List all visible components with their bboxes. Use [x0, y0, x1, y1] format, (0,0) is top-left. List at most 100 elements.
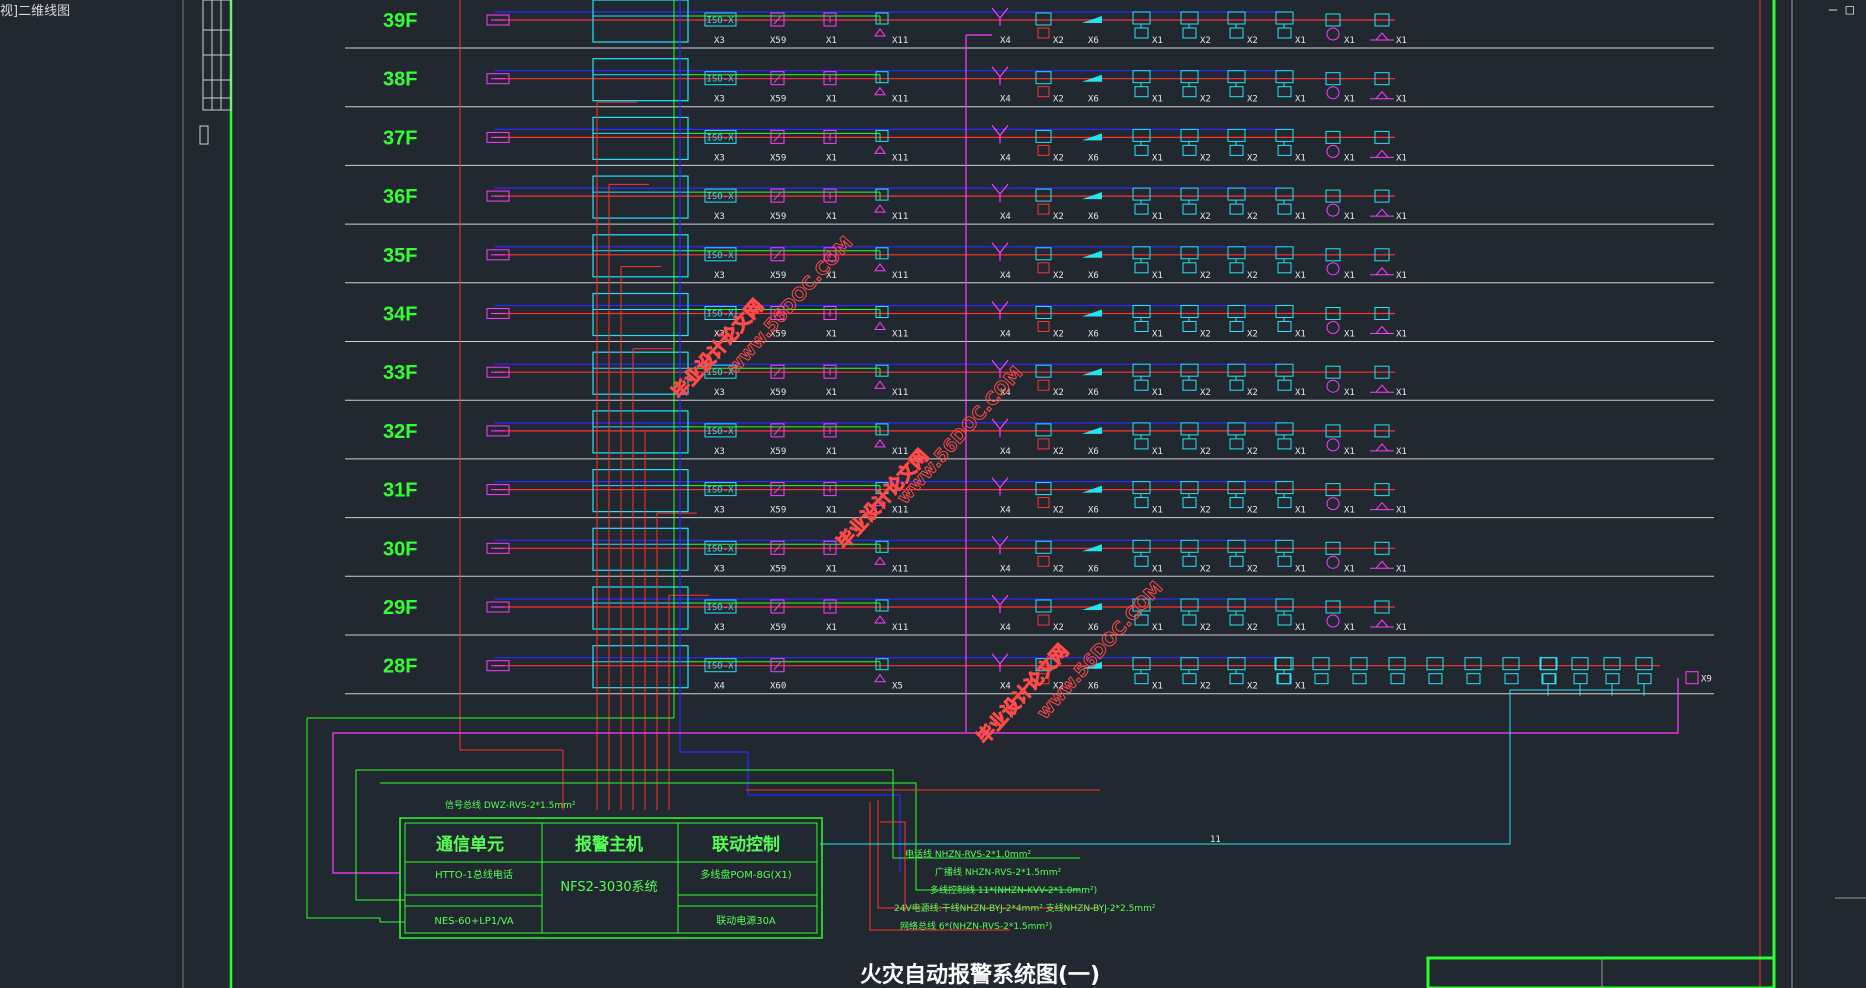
module-count: X2 — [1200, 623, 1211, 633]
hydrant-count: X11 — [892, 388, 908, 398]
module-count: X2 — [1247, 36, 1258, 46]
module-count: X2 — [1200, 271, 1211, 281]
cad-drawing-canvas[interactable]: 39F ISO-X X3 X59 X1 X11 X4 X2 X6 X1 X2 X2 X1 X1 X1 38F I… — [0, 0, 1866, 988]
module-count: X2 — [1200, 36, 1211, 46]
strobe-count: X6 — [1088, 330, 1099, 340]
link-row-panel: 多线盘POM-8G(X1) — [700, 868, 791, 881]
bell-count: X4 — [1000, 36, 1011, 46]
module-count: X2 — [1200, 95, 1211, 105]
header-alarm-host: 报警主机 — [575, 834, 643, 855]
hydrant-count: X11 — [892, 330, 908, 340]
module-c-count: X2 — [1053, 36, 1064, 46]
manual-count: X1 — [826, 564, 837, 574]
module-count: X2 — [1200, 564, 1211, 574]
module-count: X1 — [1295, 271, 1306, 281]
smoke-count: X59 — [770, 564, 786, 574]
pump-count: X1 — [1344, 36, 1355, 46]
pump-count: X1 — [1344, 447, 1355, 457]
floor-row-37F: 37F ISO-X X3 X59 X1 X11 X4 X2 X6 X1 X2 X2 X1 X1 X1 — [345, 116, 1714, 166]
hydrant-count: X11 — [892, 36, 908, 46]
module-count: X1 — [1152, 506, 1163, 516]
smoke-count: X60 — [770, 682, 786, 692]
comm-row-broadcast: NES-60+LP1/VA — [434, 916, 513, 927]
smoke-count: X59 — [770, 623, 786, 633]
floor-label: 36F — [383, 186, 417, 208]
hydrant-count: X11 — [892, 95, 908, 105]
pump-count: X1 — [1344, 271, 1355, 281]
isolator-label: ISO-X — [706, 192, 734, 202]
module-count: X1 — [1295, 95, 1306, 105]
pump-count: X1 — [1344, 212, 1355, 222]
module-count: X1 — [1152, 564, 1163, 574]
isolator-count: X3 — [714, 271, 725, 281]
hydrant-count: X11 — [892, 506, 908, 516]
cable-legend: 电话线 NHZN-RVS-2*1.0mm² 广播线 NHZN-RVS-2*1.5… — [894, 848, 1156, 932]
manual-count: X1 — [826, 388, 837, 398]
valve-count: X1 — [1396, 564, 1407, 574]
module-c-count: X2 — [1053, 330, 1064, 340]
strobe-count: X6 — [1088, 36, 1099, 46]
module-count: X1 — [1152, 36, 1163, 46]
module-c-count: X2 — [1053, 623, 1064, 633]
pump-count: X1 — [1344, 623, 1355, 633]
isolator-count: X4 — [714, 682, 725, 692]
manual-count: X1 — [826, 447, 837, 457]
strobe-count: X6 — [1088, 623, 1099, 633]
controller-panel: 通信单元 报警主机 联动控制 HTTO-1总线电话 NES-60+LP1/VA … — [399, 799, 823, 939]
floor-label: 38F — [383, 69, 417, 91]
signal-bus-label: 信号总线 DWZ-RVS-2*1.5mm² — [445, 799, 576, 811]
module-count: X1 — [1295, 506, 1306, 516]
header-comm-unit: 通信单元 — [436, 834, 504, 855]
floor-label: 28F — [383, 656, 417, 678]
module-c-count: X2 — [1053, 95, 1064, 105]
floor-row-32F: 32F ISO-X X3 X59 X1 X11 X4 X2 X6 X1 X2 X2 X1 X1 X1 — [345, 410, 1714, 460]
isolator-label: ISO-X — [706, 133, 734, 143]
module-count: X2 — [1200, 153, 1211, 163]
manual-count: X1 — [826, 153, 837, 163]
isolator-count: X3 — [714, 95, 725, 105]
floor-row-36F: 36F ISO-X X3 X59 X1 X11 X4 X2 X6 X1 X2 X2 X1 X1 X1 — [345, 175, 1714, 225]
module-count: X2 — [1200, 212, 1211, 222]
hydrant-count: X11 — [892, 447, 908, 457]
isolator-label: ISO-X — [706, 427, 734, 437]
manual-count: X1 — [826, 95, 837, 105]
module-count: X1 — [1152, 212, 1163, 222]
smoke-count: X59 — [770, 95, 786, 105]
drawing-title: 火灾自动报警系统图(一) — [860, 962, 1100, 988]
module-count: X2 — [1200, 388, 1211, 398]
strobe-count: X6 — [1088, 447, 1099, 457]
manual-count: X1 — [826, 330, 837, 340]
module-count: X1 — [1152, 388, 1163, 398]
module-c-count: X2 — [1053, 212, 1064, 222]
valve-count: X1 — [1396, 271, 1407, 281]
module-c-count: X2 — [1053, 564, 1064, 574]
strobe-count: X6 — [1088, 212, 1099, 222]
module-count: X2 — [1200, 506, 1211, 516]
strobe-count: X6 — [1088, 153, 1099, 163]
module-count: X1 — [1295, 623, 1306, 633]
module-count: X2 — [1247, 564, 1258, 574]
isolator-count: X3 — [714, 153, 725, 163]
module-count: X2 — [1200, 330, 1211, 340]
bell-count: X4 — [1000, 95, 1011, 105]
pump-count: X1 — [1344, 506, 1355, 516]
manual-count: X1 — [826, 623, 837, 633]
legend-broadcast: 广播线 NHZN-RVS-2*1.5mm² — [935, 866, 1061, 878]
smoke-count: X59 — [770, 36, 786, 46]
legend-phone: 电话线 NHZN-RVS-2*1.0mm² — [905, 848, 1031, 860]
floor-row-33F: 33F ISO-XX3 X59 X1 X11 X4 X2 X6 X1 X2 X2 X1 X1 X1 — [345, 351, 1714, 401]
module-count: X1 — [1152, 682, 1163, 692]
hydrant-count: X11 — [892, 623, 908, 633]
module-c-count: X2 — [1053, 388, 1064, 398]
isolator-count: X3 — [714, 36, 725, 46]
module-count: X1 — [1295, 212, 1306, 222]
smoke-count: X59 — [770, 212, 786, 222]
isolator-count: X3 — [714, 506, 725, 516]
manual-count: X1 — [826, 212, 837, 222]
module-count: X2 — [1247, 506, 1258, 516]
floor-label: 39F — [383, 10, 417, 32]
module-count: X1 — [1295, 388, 1306, 398]
bell-count: X4 — [1000, 623, 1011, 633]
pump-count: X1 — [1344, 388, 1355, 398]
isolator-count: X3 — [714, 212, 725, 222]
